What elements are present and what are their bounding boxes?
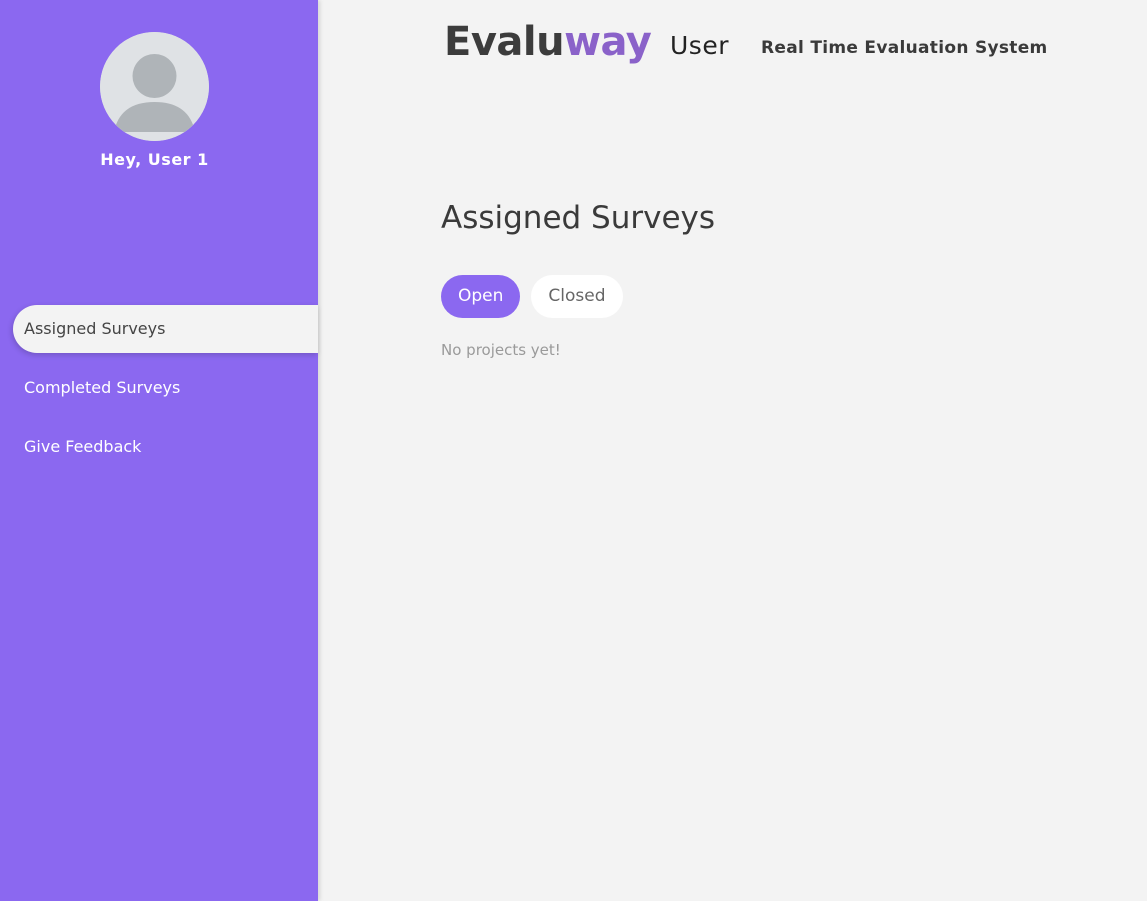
user-role-label: User xyxy=(670,31,729,60)
tab-closed[interactable]: Closed xyxy=(531,275,623,318)
survey-status-tabs: Open Closed xyxy=(441,275,1091,318)
app-tagline: Real Time Evaluation System xyxy=(761,38,1048,58)
app-logo: Evaluway xyxy=(444,14,652,70)
sidebar-item-assigned-surveys[interactable]: Assigned Surveys xyxy=(13,305,318,353)
top-header: Evaluway User Real Time Evaluation Syste… xyxy=(318,0,1147,90)
sidebar-nav: Assigned Surveys Completed Surveys Give … xyxy=(0,305,318,482)
app-root: Hey, User 1 Assigned Surveys Completed S… xyxy=(0,0,1147,901)
empty-state-message: No projects yet! xyxy=(441,341,561,359)
user-greeting: Hey, User 1 xyxy=(100,150,209,169)
logo-text-part2: way xyxy=(564,19,652,65)
main-content: Assigned Surveys Open Closed No projects… xyxy=(441,198,1091,359)
user-avatar-icon xyxy=(100,32,209,141)
sidebar-item-give-feedback[interactable]: Give Feedback xyxy=(0,423,318,471)
sidebar-item-completed-surveys[interactable]: Completed Surveys xyxy=(0,364,318,412)
logo-text-part1: Evalu xyxy=(444,19,565,65)
tab-open[interactable]: Open xyxy=(441,275,521,318)
sidebar: Hey, User 1 Assigned Surveys Completed S… xyxy=(0,0,318,901)
page-title: Assigned Surveys xyxy=(441,200,716,236)
